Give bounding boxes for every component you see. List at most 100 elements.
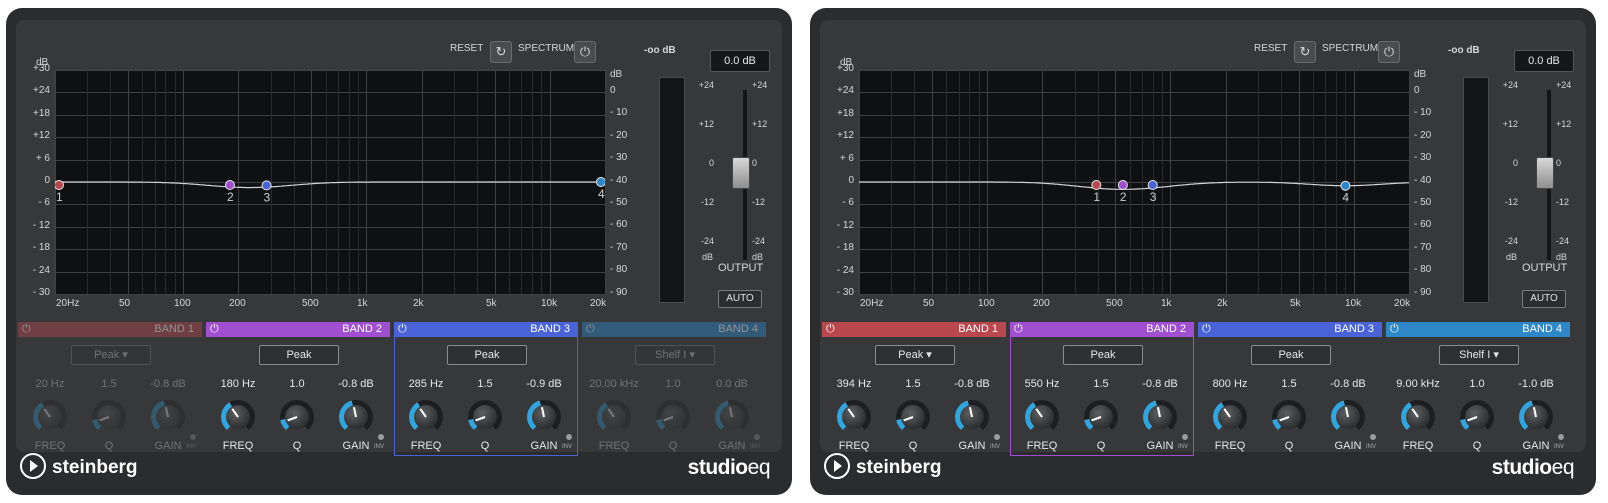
band-3-freq-value[interactable]: 800 Hz xyxy=(1202,378,1258,390)
band-1-gain-knob[interactable] xyxy=(151,400,185,434)
band-2-freq-value[interactable]: 180 Hz xyxy=(210,378,266,390)
band-3-inv-toggle[interactable] xyxy=(566,434,572,440)
band-1-q-value[interactable]: 1.5 xyxy=(81,378,137,390)
band-1-handle[interactable] xyxy=(55,179,64,190)
band-4-gain-value[interactable]: 0.0 dB xyxy=(704,378,760,390)
spectrum-button[interactable]: ⏻ xyxy=(1378,41,1400,63)
band-2-q-value[interactable]: 1.0 xyxy=(269,378,325,390)
band-1-freq-value[interactable]: 394 Hz xyxy=(826,378,882,390)
band-3-q-value[interactable]: 1.5 xyxy=(457,378,513,390)
band-3-q-value[interactable]: 1.5 xyxy=(1261,378,1317,390)
band-3-type-select[interactable]: Peak xyxy=(1251,345,1331,365)
band-4-inv-toggle[interactable] xyxy=(1558,434,1564,440)
band-4-freq-value[interactable]: 9.00 kHz xyxy=(1390,378,1446,390)
auto-button[interactable]: AUTO xyxy=(1522,290,1566,308)
band-3-gain-value[interactable]: -0.8 dB xyxy=(1320,378,1376,390)
auto-button[interactable]: AUTO xyxy=(718,290,762,308)
band-2-freq-knob[interactable] xyxy=(1025,400,1059,434)
output-fader-handle[interactable] xyxy=(1536,157,1554,189)
band-4-power-icon[interactable]: ⏻ xyxy=(586,323,595,336)
band-1-power-icon[interactable]: ⏻ xyxy=(826,323,835,336)
band-2-power-icon[interactable]: ⏻ xyxy=(210,323,219,336)
band-1-gain-value[interactable]: -0.8 dB xyxy=(944,378,1000,390)
band-3-handle[interactable] xyxy=(1147,179,1158,190)
band-1-handle[interactable] xyxy=(1091,179,1102,190)
spectrum-button[interactable]: ⏻ xyxy=(574,41,596,63)
band-4-handle[interactable] xyxy=(596,177,606,187)
band-1-q-value[interactable]: 1.5 xyxy=(885,378,941,390)
band-1-freq-knob[interactable] xyxy=(33,400,67,434)
band-4-freq-knob[interactable] xyxy=(1401,400,1435,434)
band-1-q-knob[interactable] xyxy=(92,400,126,434)
band-4-gain-knob[interactable] xyxy=(715,400,749,434)
eq-graph[interactable]: 1 2 3 4 xyxy=(54,69,606,295)
band-4-gain-knob[interactable] xyxy=(1519,400,1553,434)
freq-tick-label: 10k xyxy=(1345,298,1362,309)
band-3-handle[interactable] xyxy=(261,180,272,191)
output-gain-field[interactable]: 0.0 dB xyxy=(710,50,770,72)
eq-graph[interactable]: 1 2 3 4 xyxy=(858,69,1410,295)
band-3-q-knob[interactable] xyxy=(1272,400,1306,434)
band-4-q-knob[interactable] xyxy=(1460,400,1494,434)
band-2-inv-toggle[interactable] xyxy=(1182,434,1188,440)
band-4-type-select[interactable]: Shelf I ▾ xyxy=(1439,345,1519,365)
band-2-gain-value[interactable]: -0.8 dB xyxy=(328,378,384,390)
band-2-gain-knob[interactable] xyxy=(339,400,373,434)
band-2-handle[interactable] xyxy=(1117,179,1128,190)
band-2-handle[interactable] xyxy=(224,179,235,190)
band-4-freq-value[interactable]: 20.00 kHz xyxy=(586,378,642,390)
band-3-inv-toggle[interactable] xyxy=(1370,434,1376,440)
band-4-inv-toggle[interactable] xyxy=(754,434,760,440)
band-3-freq-knob[interactable] xyxy=(409,400,443,434)
freq-tick-label: 100 xyxy=(174,298,191,309)
band-2-q-value[interactable]: 1.5 xyxy=(1073,378,1129,390)
band-1-gain-value[interactable]: -0.8 dB xyxy=(140,378,196,390)
band-1-header[interactable]: ⏻ BAND 1 xyxy=(822,322,1006,337)
reset-button[interactable]: ↻ xyxy=(490,41,512,63)
band-2-freq-value[interactable]: 550 Hz xyxy=(1014,378,1070,390)
band-3-type-select[interactable]: Peak xyxy=(447,345,527,365)
band-1-type-select[interactable]: Peak ▾ xyxy=(71,345,151,365)
band-1-type-select[interactable]: Peak ▾ xyxy=(875,345,955,365)
fader-unit-label: dB xyxy=(752,252,764,262)
band-1-inv-toggle[interactable] xyxy=(190,434,196,440)
band-2-freq-label: FREQ xyxy=(222,440,254,452)
band-3-freq-value[interactable]: 285 Hz xyxy=(398,378,454,390)
output-gain-field[interactable]: 0.0 dB xyxy=(1514,50,1574,72)
band-3-freq-knob[interactable] xyxy=(1213,400,1247,434)
band-4-freq-knob[interactable] xyxy=(597,400,631,434)
band-4-q-value[interactable]: 1.0 xyxy=(645,378,701,390)
band-3-gain-knob[interactable] xyxy=(1331,400,1365,434)
band-1-inv-toggle[interactable] xyxy=(994,434,1000,440)
band-2-gain-value[interactable]: -0.8 dB xyxy=(1132,378,1188,390)
band-2-q-knob[interactable] xyxy=(1084,400,1118,434)
band-2-type-select[interactable]: Peak xyxy=(259,345,339,365)
band-4-q-knob[interactable] xyxy=(656,400,690,434)
band-2-header[interactable]: ⏻ BAND 2 xyxy=(206,322,390,337)
band-4-gain-value[interactable]: -1.0 dB xyxy=(1508,378,1564,390)
band-2-type-select[interactable]: Peak xyxy=(1063,345,1143,365)
band-4-q-value[interactable]: 1.0 xyxy=(1449,378,1505,390)
band-1-q-knob[interactable] xyxy=(896,400,930,434)
band-4-handle[interactable] xyxy=(1340,180,1351,191)
band-3-header[interactable]: ⏻ BAND 3 xyxy=(1198,322,1382,337)
band-3-q-knob[interactable] xyxy=(468,400,502,434)
band-2-freq-knob[interactable] xyxy=(221,400,255,434)
band-4-power-icon[interactable]: ⏻ xyxy=(1390,323,1399,336)
band-4-header[interactable]: ⏻ BAND 4 xyxy=(1386,322,1570,337)
band-2-inv-toggle[interactable] xyxy=(378,434,384,440)
band-1-header[interactable]: ⏻ BAND 1 xyxy=(18,322,202,337)
band-4-header[interactable]: ⏻ BAND 4 xyxy=(582,322,766,337)
band-3-power-icon[interactable]: ⏻ xyxy=(1202,323,1211,336)
band-3-gain-knob[interactable] xyxy=(527,400,561,434)
band-2-q-knob[interactable] xyxy=(280,400,314,434)
band-1-freq-knob[interactable] xyxy=(837,400,871,434)
band-4-type-select[interactable]: Shelf I ▾ xyxy=(635,345,715,365)
output-fader-handle[interactable] xyxy=(732,157,750,189)
band-3-gain-value[interactable]: -0.9 dB xyxy=(516,378,572,390)
band-1-freq-value[interactable]: 20 Hz xyxy=(22,378,78,390)
band-1-power-icon[interactable]: ⏻ xyxy=(22,323,31,336)
band-1-gain-knob[interactable] xyxy=(955,400,989,434)
band-2-gain-knob[interactable] xyxy=(1143,400,1177,434)
reset-button[interactable]: ↻ xyxy=(1294,41,1316,63)
